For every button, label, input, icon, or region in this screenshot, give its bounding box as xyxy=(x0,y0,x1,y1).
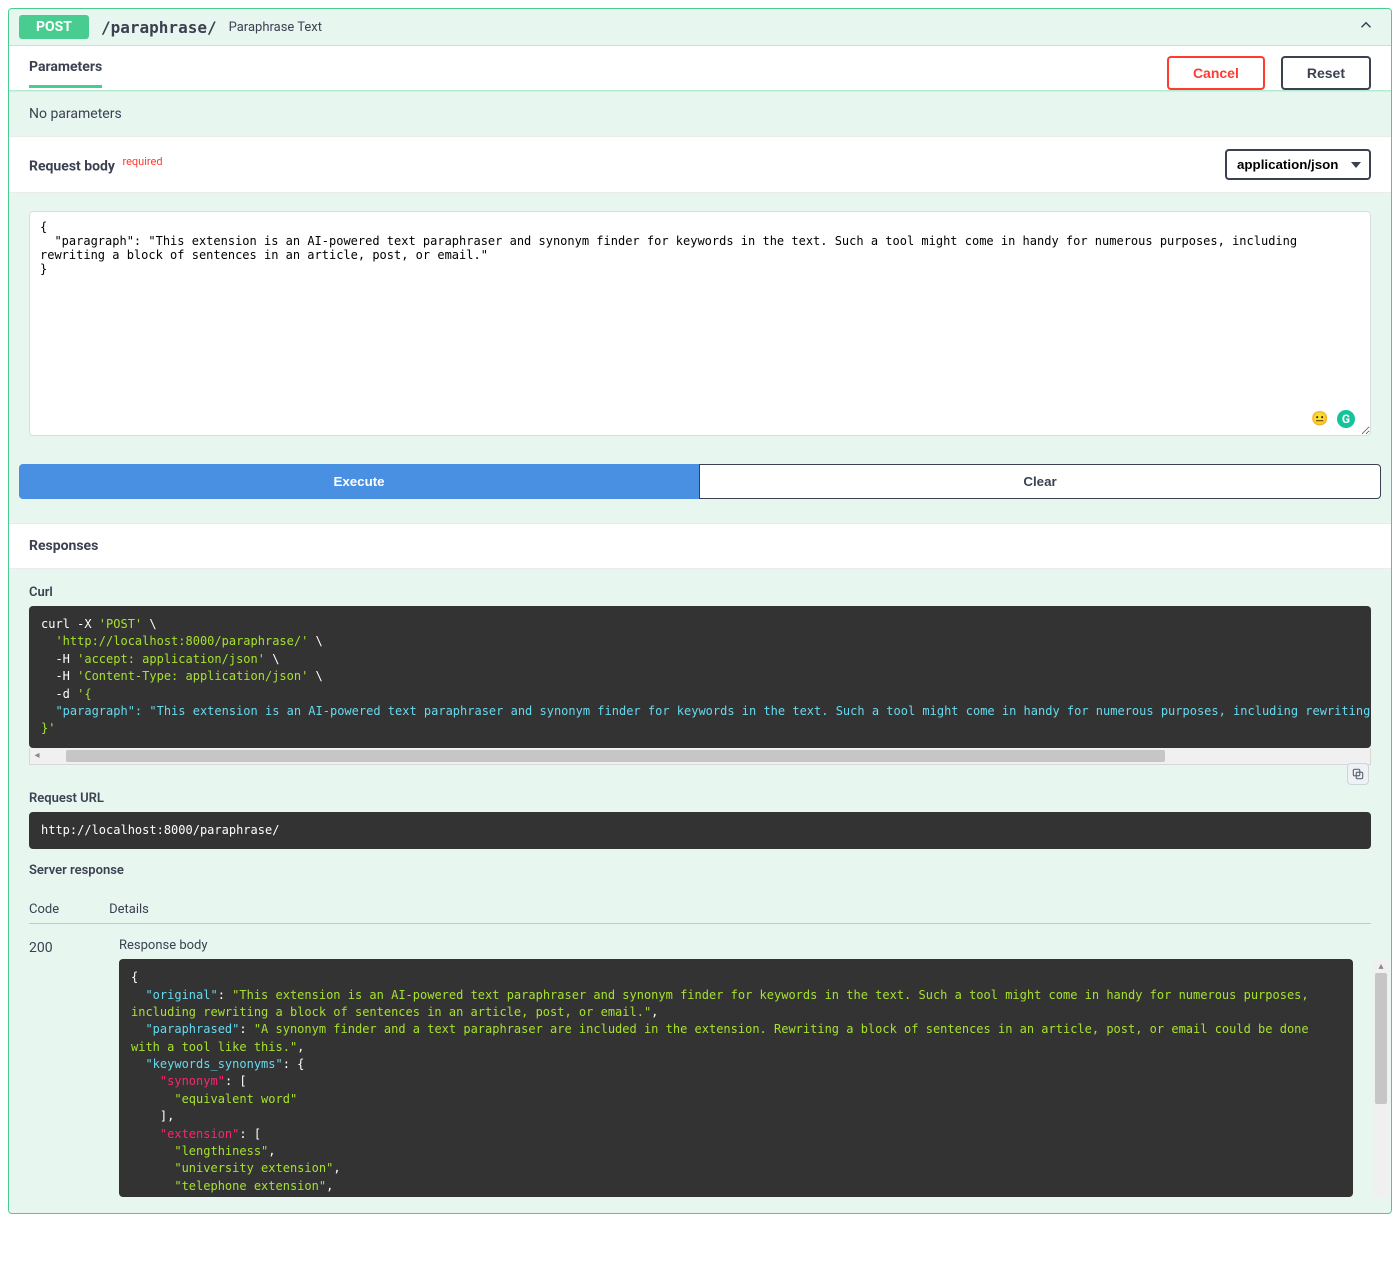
parameters-section: Parameters Cancel Reset xyxy=(9,45,1391,91)
request-url-label: Request URL xyxy=(29,791,1371,806)
grammarly-icon: G xyxy=(1337,410,1355,428)
scroll-up-arrow-icon[interactable]: ▴ xyxy=(1373,959,1389,973)
endpoint-path: /paraphrase/ xyxy=(101,18,217,37)
copy-icon[interactable] xyxy=(1347,763,1369,785)
reset-button[interactable]: Reset xyxy=(1281,56,1371,90)
emoji-icon: 😐 xyxy=(1311,410,1329,428)
request-body-textarea[interactable] xyxy=(29,211,1371,436)
request-body-header: Request body required application/json xyxy=(9,136,1391,193)
scrollbar-thumb[interactable] xyxy=(66,750,1165,762)
clear-button[interactable]: Clear xyxy=(699,464,1381,499)
request-body-title: Request body xyxy=(29,158,115,174)
required-tag: required xyxy=(122,155,162,168)
chevron-up-icon[interactable] xyxy=(1357,16,1375,38)
content-type-select[interactable]: application/json xyxy=(1225,149,1371,180)
scrollbar-thumb[interactable] xyxy=(1375,973,1387,1104)
horizontal-scrollbar[interactable]: ◂ xyxy=(29,748,1371,765)
response-body-json[interactable]: { "original": "This extension is an AI-p… xyxy=(119,959,1353,1197)
curl-label: Curl xyxy=(29,585,1371,600)
cancel-button[interactable]: Cancel xyxy=(1167,56,1265,90)
endpoint-summary: Paraphrase Text xyxy=(229,20,322,35)
curl-code[interactable]: curl -X 'POST' \ 'http://localhost:8000/… xyxy=(29,606,1371,748)
request-body-area: 😐 G xyxy=(9,193,1391,464)
http-method-badge: POST xyxy=(19,15,89,39)
action-buttons-row: Execute Clear xyxy=(9,464,1391,523)
responses-title: Responses xyxy=(9,523,1391,569)
response-body-label: Response body xyxy=(119,938,1371,953)
execute-button[interactable]: Execute xyxy=(19,464,699,499)
vertical-scrollbar[interactable]: ▴ xyxy=(1373,959,1389,1197)
code-column-header: Code xyxy=(29,902,59,917)
curl-block: curl -X 'POST' \ 'http://localhost:8000/… xyxy=(29,606,1371,765)
scroll-left-arrow-icon[interactable]: ◂ xyxy=(30,748,44,764)
server-response-label: Server response xyxy=(29,863,1371,878)
no-parameters-text: No parameters xyxy=(9,91,1391,136)
status-code: 200 xyxy=(29,938,69,956)
responses-area: Curl curl -X 'POST' \ 'http://localhost:… xyxy=(9,569,1391,1213)
parameters-title: Parameters xyxy=(29,59,102,88)
operation-header[interactable]: POST /paraphrase/ Paraphrase Text xyxy=(9,9,1391,45)
operation-block: POST /paraphrase/ Paraphrase Text Parame… xyxy=(8,8,1392,1214)
details-column-header: Details xyxy=(109,902,149,917)
request-url-value[interactable]: http://localhost:8000/paraphrase/ xyxy=(29,812,1371,849)
